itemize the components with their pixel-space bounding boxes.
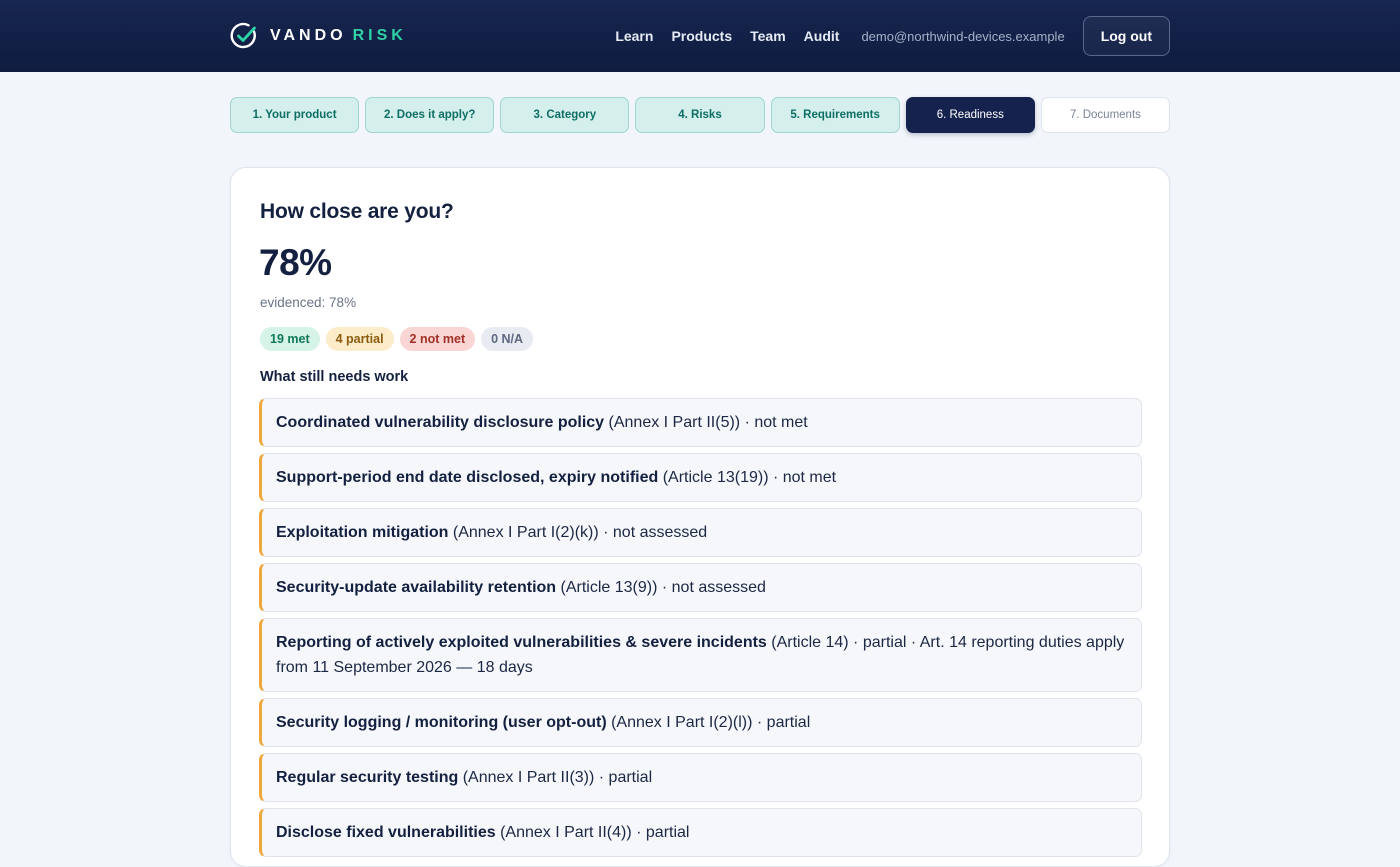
nav-link-learn[interactable]: Learn <box>615 28 653 44</box>
readiness-percent: 78% <box>259 242 332 283</box>
partial-badge: 4 partial <box>325 327 394 351</box>
list-item[interactable]: Reporting of actively exploited vulnerab… <box>259 618 1142 692</box>
nav-link-team[interactable]: Team <box>750 28 786 44</box>
list-item[interactable]: Security-update availability retention (… <box>259 563 1142 612</box>
list-item[interactable]: Coordinated vulnerability disclosure pol… <box>259 398 1142 447</box>
list-item[interactable]: Exploitation mitigation (Annex I Part I(… <box>259 508 1142 557</box>
status-badges: 19 met 4 partial 2 not met 0 N/A <box>260 327 534 351</box>
check-circle-icon <box>230 22 256 49</box>
step-readiness[interactable]: 6. Readiness <box>905 97 1035 133</box>
step-does-it-apply[interactable]: 2. Does it apply? <box>365 97 495 133</box>
item-detail: (Annex I Part I(2)(k)) · not assessed <box>448 524 708 541</box>
item-name: Regular security testing <box>276 769 459 786</box>
evidenced-text: evidenced: 78% <box>260 295 357 310</box>
item-detail: (Article 13(9)) · not assessed <box>556 579 766 596</box>
step-requirements[interactable]: 5. Requirements <box>770 97 900 133</box>
item-name: Security-update availability retention <box>276 579 557 596</box>
step-documents[interactable]: 7. Documents <box>1040 97 1170 133</box>
nav-link-products[interactable]: Products <box>671 28 732 44</box>
main-nav: Learn Products Team Audit demo@northwind… <box>615 16 1170 56</box>
top-header: VANDO RISK Learn Products Team Audit demo… <box>0 0 1400 72</box>
na-badge: 0 N/A <box>481 327 534 351</box>
not-met-badge: 2 not met <box>399 327 476 351</box>
item-detail: (Annex I Part II(4)) · partial <box>495 824 690 841</box>
page-title: How close are you? <box>260 200 454 223</box>
list-item[interactable]: Security logging / monitoring (user opt-… <box>259 698 1142 747</box>
step-your-product[interactable]: 1. Your product <box>230 97 360 133</box>
item-name: Reporting of actively exploited vulnerab… <box>276 634 767 651</box>
nav-link-audit[interactable]: Audit <box>804 28 840 44</box>
item-name: Support-period end date disclosed, expir… <box>276 469 659 486</box>
readiness-card: How close are you? 78% evidenced: 78% 19… <box>230 167 1170 867</box>
item-detail: (Annex I Part II(3)) · partial <box>458 769 653 786</box>
list-item[interactable]: Regular security testing (Annex I Part I… <box>259 753 1142 802</box>
wizard-steps: 1. Your product 2. Does it apply? 3. Cat… <box>230 97 1170 133</box>
brand-name: VANDO RISK <box>270 27 407 44</box>
item-detail: (Article 13(19)) · not met <box>658 469 837 486</box>
item-name: Coordinated vulnerability disclosure pol… <box>276 414 605 431</box>
item-name: Security logging / monitoring (user opt-… <box>276 714 607 731</box>
item-name: Exploitation mitigation <box>276 524 449 541</box>
item-name: Disclose fixed vulnerabilities <box>276 824 496 841</box>
logout-button[interactable]: Log out <box>1082 16 1170 56</box>
step-category[interactable]: 3. Category <box>500 97 630 133</box>
step-risks[interactable]: 4. Risks <box>635 97 765 133</box>
work-items-list: Coordinated vulnerability disclosure pol… <box>259 398 1142 857</box>
met-badge: 19 met <box>260 327 320 351</box>
item-detail: (Annex I Part I(2)(l)) · partial <box>606 714 811 731</box>
brand-logo-link[interactable]: VANDO RISK <box>230 22 407 50</box>
section-title: What still needs work <box>260 369 409 385</box>
user-email: demo@northwind-devices.example <box>861 28 1065 44</box>
list-item[interactable]: Support-period end date disclosed, expir… <box>259 453 1142 502</box>
list-item[interactable]: Disclose fixed vulnerabilities (Annex I … <box>259 808 1142 857</box>
item-detail: (Annex I Part II(5)) · not met <box>604 414 808 431</box>
